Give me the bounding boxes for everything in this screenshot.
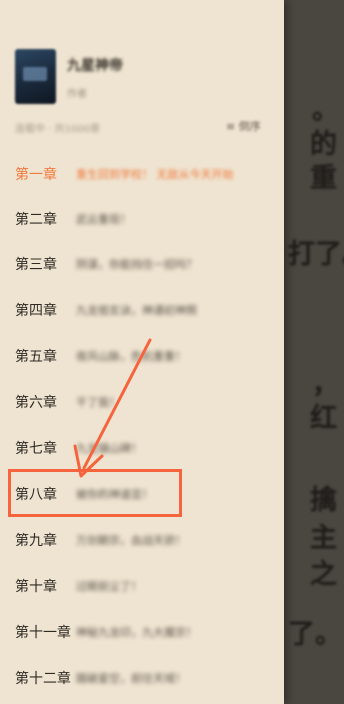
chapter-title: 干了我！ xyxy=(76,396,120,409)
chapter-title: 踏破星空，前往天域！ xyxy=(76,672,186,685)
chapter-title: 重生回到学校！ 无敌从今天开始 xyxy=(76,168,234,181)
chapter-title: 神秘九龙印，九大魔宗！ xyxy=(76,626,197,639)
reader-text-fragment: 之 xyxy=(310,559,337,590)
chapter-item[interactable]: 第三章 阴谋，你能挡住一招吗？ xyxy=(0,242,284,286)
chapter-item[interactable]: 第二章 武云重现！ xyxy=(0,197,284,241)
chapter-number: 第一章 xyxy=(15,167,57,183)
chapter-number: 第十二章 xyxy=(15,671,71,687)
book-meta: 连载中 · 共1000章 xyxy=(15,124,100,135)
chapter-list-drawer: 九星神帝 作者 连载中 · 共1000章 ≡ 倒序 第一章 重生回到学校！ 无敌… xyxy=(0,0,284,704)
chapter-number: 第九章 xyxy=(15,533,57,549)
chapter-title: 武云重现！ xyxy=(76,213,131,226)
chapter-title: 过眼前尘了！ xyxy=(76,580,142,593)
chapter-number: 第七章 xyxy=(15,441,57,457)
chapter-title: 九龙镇山碑！ xyxy=(76,442,142,455)
book-info-header: 九星神帝 作者 连载中 · 共1000章 ≡ 倒序 xyxy=(0,0,284,150)
chapter-item[interactable]: 第六章 干了我！ xyxy=(0,380,284,424)
chapter-item[interactable]: 第七章 九龙镇山碑！ xyxy=(0,426,284,470)
chapter-item[interactable]: 第十章 过眼前尘了！ xyxy=(0,564,284,608)
book-title: 九星神帝 xyxy=(67,58,123,74)
chapter-title: 九龙祖玄诀，神通初神照 xyxy=(76,304,197,317)
reader-text-fragment: 主 xyxy=(310,523,337,554)
chapter-number: 第五章 xyxy=(15,349,57,365)
chapter-title: 万剑朝宗，血战天骄！ xyxy=(76,534,186,547)
chapter-title: 夜风山脉，危机重重！ xyxy=(76,350,186,363)
book-author: 作者 xyxy=(67,89,87,100)
reader-text-fragment: 红 xyxy=(310,403,337,434)
chapter-number: 第四章 xyxy=(15,303,57,319)
reader-text-fragment: 重 xyxy=(310,163,337,194)
chapter-number: 第十章 xyxy=(15,579,57,595)
book-cover-image[interactable] xyxy=(15,49,56,104)
chapter-item[interactable]: 第九章 万剑朝宗，血战天骄！ xyxy=(0,518,284,562)
sort-order-button[interactable]: ≡ 倒序 xyxy=(226,118,261,134)
chapter-item[interactable]: 第十一章 神秘九龙印，九大魔宗！ xyxy=(0,610,284,654)
reader-text-fragment: 擒 xyxy=(310,485,337,516)
chapter-number: 第二章 xyxy=(15,212,57,228)
chapter-number: 第六章 xyxy=(15,395,57,411)
chapter-item[interactable]: 第十二章 踏破星空，前往天域！ xyxy=(0,656,284,700)
chapter-item[interactable]: 第一章 重生回到学校！ 无敌从今天开始 xyxy=(0,152,284,196)
chapter-item[interactable]: 第五章 夜风山脉，危机重重！ xyxy=(0,334,284,378)
reader-text-fragment: 打了。 xyxy=(288,239,344,270)
chapter-item[interactable]: 第四章 九龙祖玄诀，神通初神照 xyxy=(0,288,284,332)
annotation-highlight-box xyxy=(8,469,182,517)
chapter-number: 第十一章 xyxy=(15,625,71,641)
reader-text-fragment: 了。 xyxy=(288,619,342,650)
chapter-number: 第三章 xyxy=(15,257,57,273)
chapter-title: 阴谋，你能挡住一招吗？ xyxy=(76,258,197,271)
